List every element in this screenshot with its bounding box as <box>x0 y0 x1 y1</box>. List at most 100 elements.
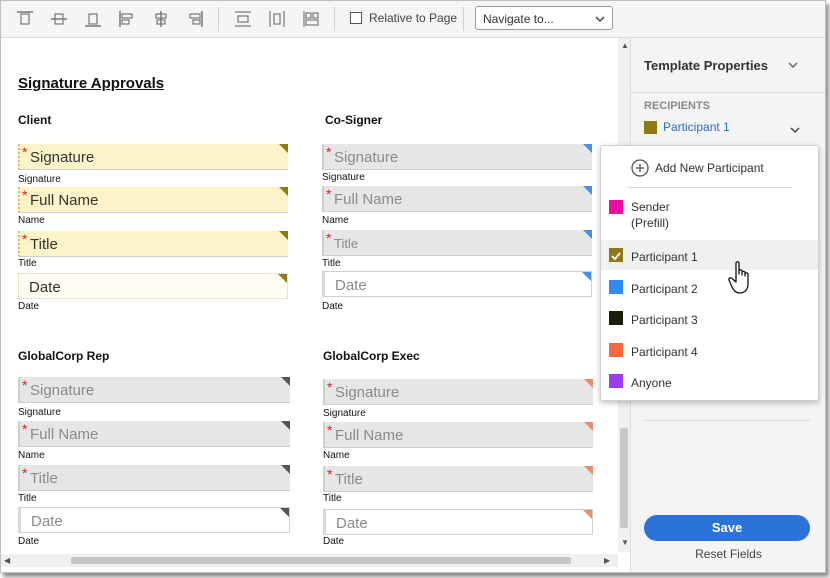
field-label: Signature <box>18 407 61 418</box>
color-swatch <box>609 248 623 262</box>
participant-corner-marker <box>582 272 591 281</box>
globalcorp-exec-date-field[interactable]: Date <box>323 509 593 535</box>
align-horizontal-center-icon[interactable] <box>152 10 170 28</box>
required-marker: * <box>327 379 333 395</box>
client-signature-field[interactable]: * Signature <box>18 144 288 170</box>
globalcorp-rep-title-field[interactable]: * Title <box>18 465 290 491</box>
field-label: Name <box>323 450 350 461</box>
co-signer-signature-field[interactable]: * Signature <box>322 144 592 170</box>
scroll-right-icon[interactable]: ▶ <box>604 556 610 565</box>
co-signer-date-field[interactable]: Date <box>322 271 592 297</box>
relative-to-page-label: Relative to Page <box>369 11 458 25</box>
field-placeholder: Title <box>30 236 58 253</box>
client-full-name-field[interactable]: * Full Name <box>18 187 288 213</box>
option-participant-3[interactable]: Participant 3 <box>601 303 818 333</box>
field-placeholder: Signature <box>30 382 95 399</box>
option-participant-4[interactable]: Participant 4 <box>601 335 818 365</box>
color-swatch <box>609 280 623 294</box>
globalcorp-exec-signature-field[interactable]: * Signature <box>323 379 593 405</box>
checkmark-icon <box>610 249 622 261</box>
co-signer-full-name-field[interactable]: * Full Name <box>322 186 592 212</box>
field-label: Date <box>323 536 345 547</box>
align-left-icon[interactable] <box>118 10 136 28</box>
participant-corner-marker <box>583 510 592 519</box>
field-placeholder: Date <box>31 513 63 530</box>
globalcorp-rep-date-field[interactable]: Date <box>18 507 290 533</box>
globalcorp-exec-title-field[interactable]: * Title <box>323 466 593 492</box>
align-bottom-icon[interactable] <box>84 10 102 28</box>
field-label: Name <box>18 215 45 226</box>
toolbar-separator <box>334 7 335 31</box>
field-label: Title <box>18 493 37 504</box>
distribute-vertical-icon[interactable] <box>234 10 252 28</box>
option-label: Participant 2 <box>631 282 698 296</box>
required-marker: * <box>327 466 333 482</box>
scroll-left-icon[interactable]: ◀ <box>4 556 10 565</box>
field-placeholder: Full Name <box>30 426 99 443</box>
add-new-participant-button[interactable]: Add New Participant <box>631 159 811 177</box>
globalcorp-exec-full-name-field[interactable]: * Full Name <box>323 422 593 448</box>
horizontal-scroll-thumb[interactable] <box>71 557 571 564</box>
required-marker: * <box>22 144 28 160</box>
field-placeholder: Title <box>335 471 363 488</box>
required-marker: * <box>22 465 28 481</box>
document-title: Signature Approvals <box>18 75 165 92</box>
required-marker: * <box>22 421 28 437</box>
field-label: Signature <box>322 172 365 183</box>
toolbar: Relative to Page Navigate to... <box>1 1 825 38</box>
participant-corner-marker <box>281 421 290 430</box>
toolbar-separator <box>218 7 219 31</box>
align-right-icon[interactable] <box>186 10 204 28</box>
participant-corner-marker <box>583 144 592 153</box>
field-label: Signature <box>18 174 61 185</box>
option-label: Anyone <box>631 376 672 390</box>
navigate-to-value: Navigate to... <box>483 12 554 26</box>
field-placeholder: Title <box>30 470 58 487</box>
chevron-down-icon[interactable] <box>789 123 801 135</box>
color-swatch <box>609 311 623 325</box>
option-sender[interactable]: Sender (Prefill) <box>601 191 818 237</box>
reset-fields-link[interactable]: Reset Fields <box>631 547 825 561</box>
align-vertical-center-icon[interactable] <box>50 10 68 28</box>
field-placeholder: Title <box>334 236 359 251</box>
align-top-icon[interactable] <box>16 10 34 28</box>
vertical-scroll-thumb[interactable] <box>620 428 628 528</box>
divider <box>627 187 792 188</box>
field-label: Title <box>323 493 342 504</box>
required-marker: * <box>22 377 28 393</box>
color-swatch <box>609 343 623 357</box>
participant-corner-marker <box>583 230 592 239</box>
chevron-down-icon[interactable] <box>787 58 799 70</box>
scroll-down-icon[interactable]: ▼ <box>621 538 629 547</box>
field-label: Name <box>322 215 349 226</box>
distribute-horizontal-icon[interactable] <box>268 10 286 28</box>
option-participant-2[interactable]: Participant 2 <box>601 272 818 302</box>
co-signer-title-field[interactable]: * Title <box>322 230 592 256</box>
recipient-select-value[interactable]: Participant 1 <box>663 120 730 134</box>
required-marker: * <box>326 144 332 160</box>
field-placeholder: Signature <box>30 149 95 166</box>
recipients-label: RECIPIENTS <box>644 100 711 112</box>
option-label: Participant 1 <box>631 250 698 264</box>
save-button[interactable]: Save <box>644 515 810 541</box>
option-anyone[interactable]: Anyone <box>601 366 818 396</box>
required-marker: * <box>22 187 28 203</box>
field-placeholder: Signature <box>335 384 400 401</box>
option-participant-1[interactable]: Participant 1 <box>601 240 818 270</box>
scroll-up-icon[interactable]: ▲ <box>621 41 629 50</box>
relative-to-page-checkbox[interactable] <box>350 12 362 24</box>
client-title-field[interactable]: * Title <box>18 231 288 257</box>
globalcorp-rep-signature-field[interactable]: * Signature <box>18 377 290 403</box>
field-label: Date <box>18 301 40 312</box>
hand-pointer-cursor-icon <box>728 260 754 296</box>
horizontal-scrollbar[interactable]: ◀ ▶ <box>1 554 618 567</box>
client-date-field[interactable]: Date <box>18 273 288 299</box>
match-size-icon[interactable] <box>302 10 320 28</box>
participant-corner-marker <box>279 187 288 196</box>
participant-corner-marker <box>281 465 290 474</box>
section-title-globalcorp-rep: GlobalCorp Rep <box>18 349 110 363</box>
participant-corner-marker <box>584 379 593 388</box>
navigate-to-select[interactable]: Navigate to... <box>475 6 613 30</box>
required-marker: * <box>326 186 332 202</box>
globalcorp-rep-full-name-field[interactable]: * Full Name <box>18 421 290 447</box>
